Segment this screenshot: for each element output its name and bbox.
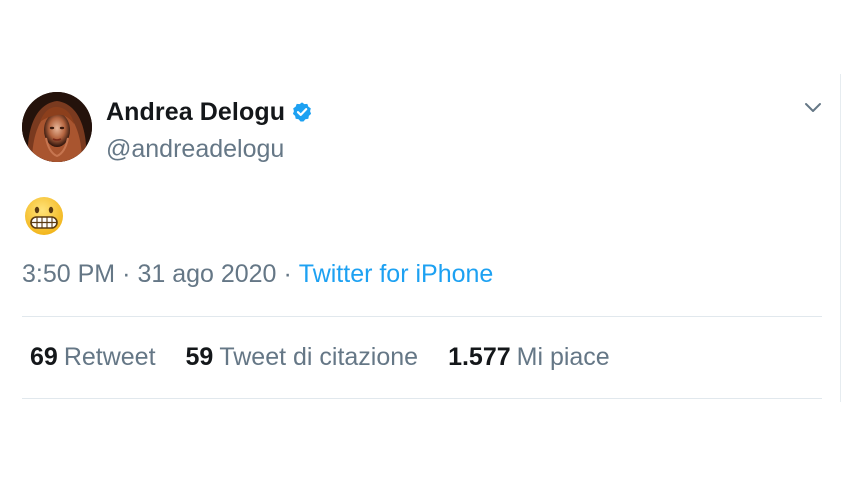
tweet-meta: 3:50 PM · 31 ago 2020 · Twitter for iPhone — [22, 260, 493, 289]
stat-label: Mi piace — [516, 343, 610, 371]
timeline-border — [840, 74, 841, 402]
avatar-photo-icon — [22, 92, 92, 162]
handle[interactable]: @andreadelogu — [106, 135, 313, 164]
display-name[interactable]: Andrea Delogu — [106, 98, 285, 127]
verified-badge-icon — [291, 101, 313, 123]
tweet-stats: 69 Retweet 59 Tweet di citazione 1.577 Mi p… — [30, 343, 640, 372]
like-count[interactable]: 1.577 Mi piace — [448, 343, 610, 372]
divider — [22, 398, 822, 399]
grimacing-face-icon — [22, 196, 66, 236]
tweet-time[interactable]: 3:50 PM — [22, 260, 115, 288]
tweet-card: Andrea Delogu @andreadelogu 3:50 PM · 31… — [22, 92, 822, 399]
tweet-source-link[interactable]: Twitter for iPhone — [299, 260, 494, 288]
quote-tweet-count[interactable]: 59 Tweet di citazione — [186, 343, 419, 372]
retweet-count[interactable]: 69 Retweet — [30, 343, 156, 372]
stat-count: 59 — [185, 343, 214, 371]
stat-count: 1.577 — [448, 343, 511, 371]
tweet-header: Andrea Delogu @andreadelogu — [22, 92, 822, 166]
page: Andrea Delogu @andreadelogu 3:50 PM · 31… — [0, 0, 854, 480]
avatar[interactable] — [22, 92, 92, 162]
stat-label: Retweet — [63, 343, 156, 371]
meta-separator: · — [283, 260, 292, 288]
meta-separator: · — [122, 260, 131, 288]
tweet-date[interactable]: 31 ago 2020 — [137, 260, 276, 288]
stat-label: Tweet di citazione — [219, 343, 419, 371]
chevron-down-icon[interactable] — [802, 96, 824, 118]
author-block: Andrea Delogu @andreadelogu — [106, 96, 313, 164]
divider — [22, 316, 822, 317]
stat-count: 69 — [30, 343, 58, 371]
display-name-row: Andrea Delogu — [106, 96, 313, 128]
